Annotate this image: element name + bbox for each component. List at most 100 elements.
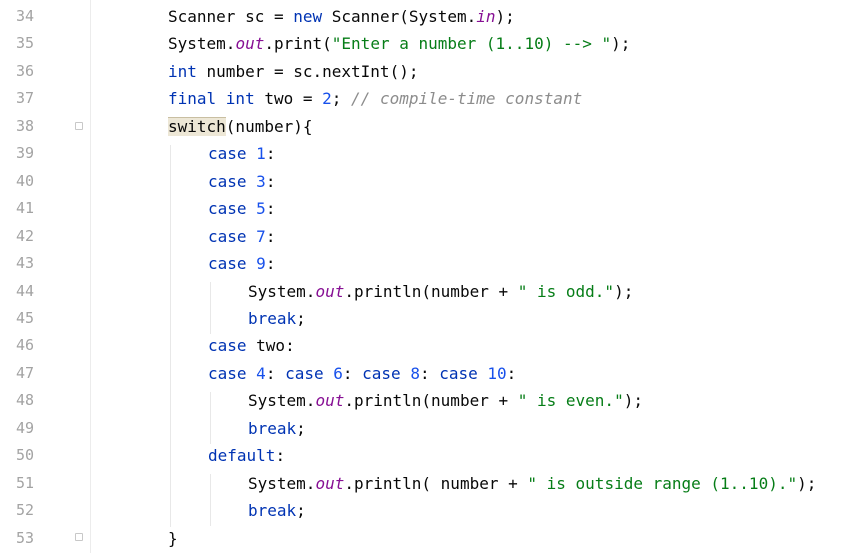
code-content: break; [248,415,306,443]
code-content: System.out.println(number + " is odd."); [248,278,633,306]
code-content: case 1: [208,140,275,168]
line-number: 36 [15,61,34,80]
line-number: 41 [15,199,34,218]
keyword-token: case [362,363,401,383]
code-text: Scanner(System. [322,7,477,26]
highlighted-keyword-token: switch [168,116,226,136]
keyword-token: break [248,308,297,328]
keyword-token: new [293,7,323,26]
number-token: 7 [256,226,266,246]
code-line[interactable]: 39 case 1: [0,140,862,168]
keyword-token: case [208,254,247,274]
keyword-token: case [208,363,247,383]
number-token: 9 [256,254,266,274]
code-text: : [265,144,276,164]
code-line[interactable]: 52 break; [0,497,862,525]
number-token: 4 [256,363,266,383]
code-text: : [275,446,286,466]
line-number: 35 [15,34,34,53]
code-text: : [419,363,440,383]
line-number: 45 [15,308,34,327]
code-content: System.out.print("Enter a number (1..10)… [168,30,630,58]
code-line[interactable]: 51 System.out.println( number + " is outs… [0,470,862,498]
code-line[interactable]: 43 case 9: [0,250,862,278]
code-line[interactable]: 41 case 5: [0,195,862,223]
code-content: case 7: [208,223,275,251]
code-text: System. [248,473,316,493]
code-line[interactable]: 53} [0,525,862,553]
code-line[interactable]: 48 System.out.println(number + " is even.… [0,387,862,415]
code-content: case two: [208,332,295,360]
code-text: : [265,171,276,191]
code-text: Scanner sc = [168,7,294,26]
string-token: "Enter a number (1..10) --> " [331,34,612,54]
code-text: two = [254,89,323,109]
number-token: 2 [322,89,332,109]
code-text: .println(number + [344,391,518,411]
code-content: break; [248,497,306,525]
code-text: System. [248,391,316,411]
keyword-token: case [208,336,247,356]
code-line[interactable]: 42 case 7: [0,223,862,251]
line-number: 42 [15,226,34,245]
string-token: " is outside range (1..10)." [527,473,798,493]
code-content: break; [248,305,306,333]
code-content: Scanner sc = new Scanner(System.in); [168,3,515,31]
code-line[interactable]: 37 final int two = 2; // compile-time con… [0,85,862,113]
code-text: ; [331,89,352,109]
code-line[interactable]: 47 case 4: case 6: case 8: case 10: [0,360,862,388]
code-line[interactable]: 34 Scanner sc = new Scanner(System.in); [0,3,862,31]
code-content: System.out.println(number + " is even.")… [248,387,643,415]
field-token: out [315,391,345,411]
number-token: 10 [487,363,507,383]
code-text: ); [495,7,515,26]
field-token: out [235,34,265,54]
code-text: ); [614,281,634,301]
keyword-token: break [248,418,297,438]
code-line[interactable]: 38 switch(number){ [0,113,862,141]
code-line[interactable]: 45 break; [0,305,862,333]
line-number: 49 [15,418,34,437]
code-text: two: [246,336,295,356]
keyword-token: case [208,199,247,219]
code-content: case 9: [208,250,275,278]
number-token: 6 [333,363,343,383]
line-number: 52 [15,501,34,520]
code-content: int number = sc.nextInt(); [168,58,418,86]
code-text: : [265,199,276,219]
code-content: System.out.println( number + " is outsid… [248,470,816,498]
keyword-token: int [168,61,197,81]
code-line[interactable]: 49 break; [0,415,862,443]
code-line[interactable]: 50 default: [0,442,862,470]
keyword-token: case [439,363,478,383]
code-text: ; [296,501,306,521]
keyword-token: default [208,446,276,466]
code-text: ; [296,308,306,328]
code-line[interactable]: 36 int number = sc.nextInt(); [0,58,862,86]
code-content: } [168,525,178,553]
field-token: out [315,473,345,493]
line-number: 34 [15,7,34,25]
code-line[interactable]: 46 case two: [0,332,862,360]
code-text: : [265,254,276,274]
keyword-token: case [208,144,247,164]
code-editor[interactable]: 34 Scanner sc = new Scanner(System.in); 35… [0,0,862,553]
code-line[interactable]: 44 System.out.println(number + " is odd."… [0,278,862,306]
code-line[interactable]: 35 System.out.print("Enter a number (1..1… [0,30,862,58]
code-text: ); [797,473,817,493]
code-text: ); [623,391,643,411]
line-number: 53 [15,528,34,547]
code-text: : [506,363,517,383]
line-number: 44 [15,281,34,300]
line-number: 38 [15,116,34,135]
number-token: 5 [256,199,266,219]
code-text: .println(number + [344,281,518,301]
code-line[interactable]: 40 case 3: [0,168,862,196]
line-number: 46 [15,336,34,355]
